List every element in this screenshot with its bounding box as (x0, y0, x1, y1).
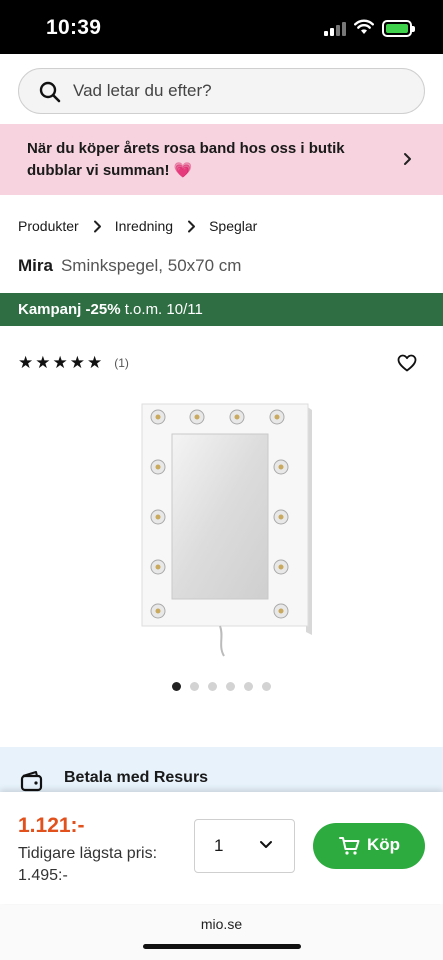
carousel-dot[interactable] (172, 682, 181, 691)
carousel-dot[interactable] (262, 682, 271, 691)
breadcrumb-item-speglar[interactable]: Speglar (209, 218, 257, 234)
previous-price-info: Tidigare lägsta pris: 1.495:- (18, 843, 188, 887)
product-name: Sminkspegel, 50x70 cm (60, 256, 242, 275)
chevron-down-icon (260, 841, 272, 848)
buy-bar: 1.121:- Tidigare lägsta pris: 1.495:- 1 … (0, 792, 443, 904)
star-rating: ★ ★ ★ ★ ★ (18, 354, 102, 371)
review-count[interactable]: (1) (114, 356, 129, 370)
star-icon: ★ (35, 353, 51, 372)
campaign-banner: Kampanj -25% t.o.m. 10/11 (0, 293, 443, 326)
product-brand[interactable]: Mira (18, 256, 53, 275)
battery-charging-icon (382, 20, 415, 37)
chevron-right-icon (187, 220, 196, 233)
previous-price: 1.495:- (18, 867, 68, 884)
search-bar[interactable] (18, 68, 425, 114)
search-icon (39, 81, 61, 103)
breadcrumb-item-produkter[interactable]: Produkter (18, 218, 79, 234)
carousel-dot[interactable] (208, 682, 217, 691)
rating[interactable]: ★ ★ ★ ★ ★ (1) (18, 354, 129, 371)
quantity-select[interactable]: 1 (194, 819, 295, 873)
wallet-icon (20, 771, 43, 792)
carousel-dots[interactable] (172, 682, 271, 691)
carousel-dot[interactable] (226, 682, 235, 691)
search-input[interactable] (73, 69, 413, 113)
promo-text: När du köper årets rosa band hos oss i b… (27, 140, 345, 179)
campaign-text: Kampanj -25% t.o.m. 10/11 (18, 301, 203, 318)
previous-price-label: Tidigare lägsta pris: (18, 845, 158, 862)
buy-button-label: Köp (367, 835, 401, 854)
breadcrumb-item-inredning[interactable]: Inredning (115, 218, 173, 234)
quantity-value: 1 (214, 836, 224, 855)
payment-label: Betala med Resurs (64, 769, 209, 786)
buy-button[interactable]: Köp (313, 823, 425, 869)
price: 1.121:- (18, 814, 85, 837)
heart-icon[interactable] (397, 354, 417, 372)
status-bar: 10:39 (0, 0, 443, 54)
signal-icon (324, 22, 346, 36)
campaign-discount: Kampanj -25% (18, 301, 121, 318)
wifi-icon (354, 19, 374, 34)
home-indicator[interactable] (143, 944, 301, 949)
breadcrumb: Produkter Inredning Speglar (18, 216, 257, 236)
carousel-dot[interactable] (190, 682, 199, 691)
carousel-dot[interactable] (244, 682, 253, 691)
chevron-right-icon[interactable] (403, 152, 413, 166)
star-icon: ★ (87, 353, 103, 372)
browser-url-bar[interactable]: mio.se (0, 905, 443, 960)
promo-banner[interactable]: När du köper årets rosa band hos oss i b… (0, 124, 443, 195)
status-time: 10:39 (46, 16, 102, 39)
star-icon: ★ (18, 353, 34, 372)
campaign-period: t.o.m. 10/11 (124, 301, 203, 318)
chevron-right-icon (93, 220, 102, 233)
product-image[interactable] (120, 390, 330, 670)
url-text: mio.se (200, 916, 243, 932)
star-icon: ★ (69, 353, 85, 372)
page-title: Mira Sminkspegel, 50x70 cm (18, 256, 241, 276)
heart-emoji: 💗 (173, 162, 193, 179)
star-icon: ★ (52, 353, 68, 372)
cart-icon (339, 837, 360, 855)
